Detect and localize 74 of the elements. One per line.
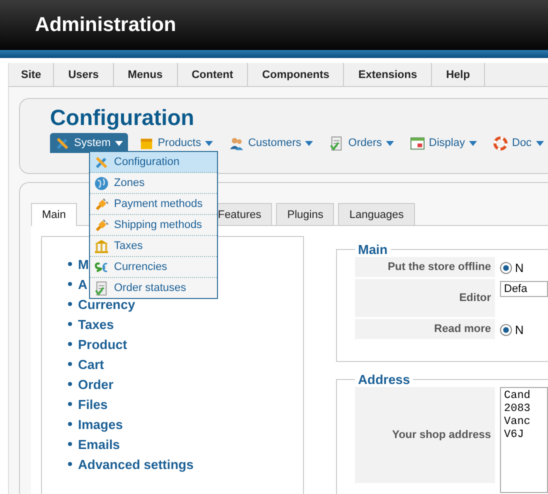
bullet-icon (68, 262, 72, 266)
toolbar-menu[interactable]: Doc (488, 133, 548, 153)
field-label: Your shop address (355, 387, 495, 483)
globe-icon (94, 176, 109, 190)
section-link[interactable]: Emails (78, 436, 120, 452)
bullet-icon (68, 462, 72, 466)
section-link[interactable]: Cart (78, 356, 104, 372)
document-icon (329, 136, 344, 150)
bullet-icon (68, 382, 72, 386)
toolbar-menu[interactable]: Orders (324, 133, 399, 153)
dropdown-item[interactable]: Shipping methods (90, 215, 217, 236)
money-icon (94, 260, 109, 274)
address-line: 2083 (504, 403, 532, 416)
section-link[interactable]: Currency (78, 296, 136, 312)
radio-button[interactable] (500, 262, 512, 274)
bank-icon (94, 238, 109, 254)
section-link[interactable]: Images (78, 416, 123, 432)
field-label: Put the store offline (355, 257, 495, 277)
section-link[interactable]: Order (78, 376, 114, 392)
section-link[interactable]: Files (78, 396, 108, 412)
toolbar-menu[interactable]: Display (404, 133, 482, 153)
bullet-icon (68, 402, 72, 406)
field-label: Editor (355, 279, 495, 317)
document-icon (94, 280, 109, 296)
page-title: Configuration (50, 105, 196, 131)
radio-label: N (515, 261, 524, 275)
header-title: Administration (35, 14, 176, 36)
section-link[interactable]: Advanced settings (78, 456, 194, 472)
caret-icon (205, 140, 214, 146)
caret-icon (114, 140, 123, 146)
field-label: Read more (355, 319, 495, 339)
bullet-icon (68, 322, 72, 326)
bullet-icon (68, 302, 72, 306)
address-field[interactable]: Cand 2083 Vanc V6J (500, 387, 548, 493)
bullet-icon (68, 282, 72, 286)
bullet-icon (68, 362, 72, 366)
section-link[interactable]: Product (78, 336, 128, 352)
radio-button[interactable] (500, 324, 512, 336)
screen-icon (410, 136, 425, 150)
lifebuoy-icon (493, 136, 508, 150)
dropdown-item[interactable]: Order statuses (90, 278, 217, 298)
bullet-icon (68, 342, 72, 346)
bullet-icon (68, 442, 72, 446)
section-link[interactable]: Taxes (78, 316, 114, 332)
tab[interactable]: Languages (338, 203, 415, 225)
tools-icon (55, 136, 70, 150)
tab[interactable]: Main (31, 203, 77, 226)
caret-icon (469, 140, 477, 146)
address-line: V6J (504, 429, 525, 442)
tools-icon (94, 154, 109, 170)
people-icon (229, 136, 244, 150)
radio-label: N (515, 323, 524, 337)
dropdown-item[interactable]: Payment methods (90, 194, 217, 215)
dropdown-item[interactable]: Zones (90, 173, 217, 194)
plug-icon (94, 196, 109, 212)
dropdown-item[interactable]: Currencies (90, 257, 217, 278)
address-line: Vanc (504, 416, 532, 429)
dropdown-item[interactable]: Configuration (90, 152, 217, 173)
toolbar-menu[interactable]: Customers (224, 133, 318, 153)
caret-icon (305, 140, 314, 146)
section-link[interactable]: A (78, 276, 88, 292)
caret-icon (386, 140, 394, 146)
fieldset-legend: Address (355, 372, 414, 387)
bullet-icon (68, 422, 72, 426)
fieldset-legend: Main (355, 242, 391, 257)
menu-item[interactable]: Content (178, 63, 248, 86)
dropdown-item[interactable]: Taxes (90, 236, 217, 257)
plug-icon (94, 218, 109, 232)
toolbar-menu[interactable]: System (50, 133, 128, 153)
section-link[interactable]: M (78, 256, 89, 272)
address-line: Cand (504, 390, 532, 403)
caret-icon (536, 140, 544, 146)
select-field[interactable]: Defa (500, 281, 548, 297)
tab[interactable]: Plugins (276, 203, 334, 225)
